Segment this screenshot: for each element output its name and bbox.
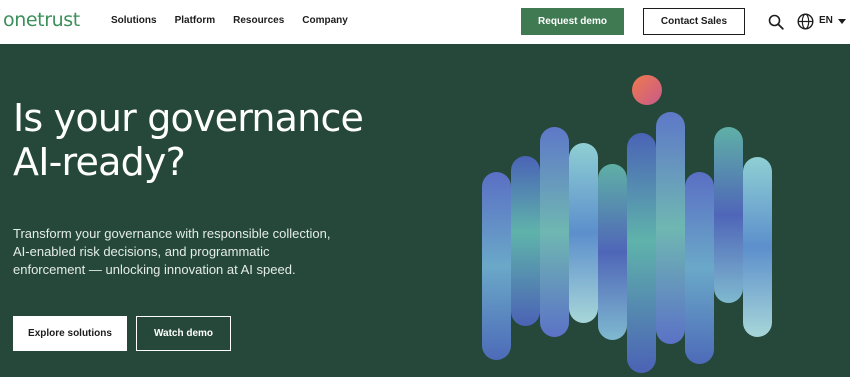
pill-decoration	[627, 133, 656, 373]
pill-decoration	[569, 143, 598, 323]
hero-section: Is your governance AI-ready? Transform y…	[0, 44, 850, 377]
pill-decoration	[598, 164, 627, 340]
explore-solutions-button[interactable]: Explore solutions	[13, 316, 127, 351]
orb-decoration	[632, 75, 662, 105]
caret-down-icon[interactable]	[838, 19, 846, 24]
request-demo-button[interactable]: Request demo	[521, 8, 624, 35]
hero-title-line: AI-ready?	[13, 140, 186, 184]
watch-demo-button[interactable]: Watch demo	[136, 316, 231, 351]
nav-item-company[interactable]: Company	[302, 15, 348, 26]
pill-decoration	[511, 156, 540, 326]
pill-decoration	[685, 172, 714, 364]
nav-item-platform[interactable]: Platform	[175, 15, 216, 26]
hero-subtitle-line: Transform your governance with responsib…	[13, 226, 331, 241]
contact-sales-button[interactable]: Contact Sales	[643, 8, 745, 35]
hero-subtitle-line: enforcement — unlocking innovation at AI…	[13, 262, 296, 277]
hero-title-line: Is your governance	[13, 96, 364, 140]
nav-item-resources[interactable]: Resources	[233, 15, 284, 26]
onetrust-logo[interactable]: onetrust	[3, 9, 80, 31]
main-nav: Solutions Platform Resources Company	[111, 15, 366, 26]
pill-decoration	[540, 127, 569, 337]
pill-decoration	[743, 157, 772, 337]
site-header: onetrust Solutions Platform Resources Co…	[0, 0, 850, 44]
nav-item-solutions[interactable]: Solutions	[111, 15, 157, 26]
hero-title: Is your governance AI-ready?	[13, 96, 364, 184]
language-selector[interactable]: EN	[819, 15, 833, 26]
hero-subtitle-line: AI-enabled risk decisions, and programma…	[13, 244, 270, 259]
hero-subtitle: Transform your governance with responsib…	[13, 225, 373, 279]
pill-decoration	[482, 172, 511, 360]
pill-decoration	[656, 112, 685, 344]
search-icon[interactable]	[768, 14, 784, 30]
globe-icon[interactable]	[797, 13, 814, 30]
pill-decoration	[714, 127, 743, 303]
gradient-pills-illustration	[482, 75, 772, 373]
